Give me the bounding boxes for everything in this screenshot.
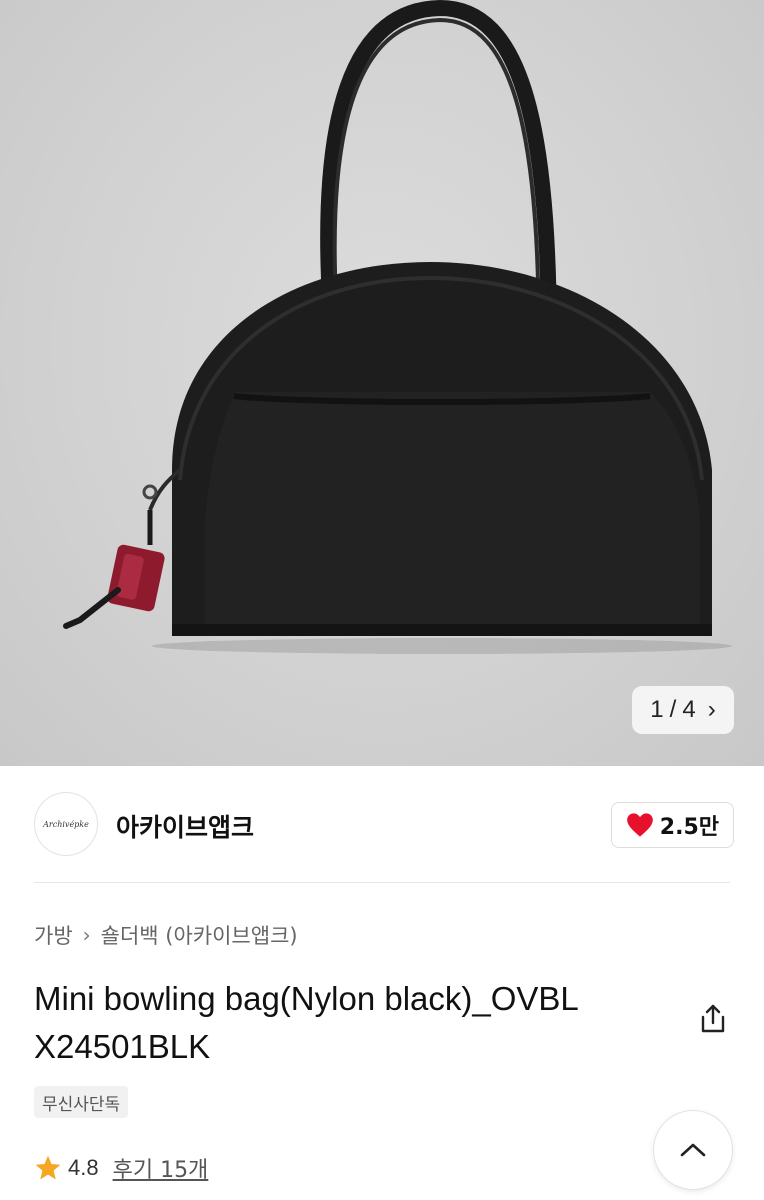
breadcrumb: 가방 › 숄더백 (아카이브앱크) — [34, 920, 298, 950]
divider — [34, 882, 730, 883]
breadcrumb-subcategory[interactable]: 숄더백 (아카이브앱크) — [101, 920, 298, 950]
brand-logo-text: Archivépke — [43, 819, 89, 829]
product-image[interactable]: 1 / 4 › — [0, 0, 764, 766]
bag-illustration — [63, 0, 732, 654]
heart-icon — [626, 813, 653, 837]
star-icon — [35, 1155, 61, 1180]
image-counter-current: 1 — [650, 696, 664, 723]
image-counter-separator: / — [669, 696, 677, 723]
product-title-line2: X24501BLK — [34, 1028, 211, 1065]
product-title-line1: Mini bowling bag(Nylon black)_OVBL — [34, 980, 579, 1017]
exclusive-badge: 무신사단독 — [34, 1086, 129, 1118]
brand-row: Archivépke 아카이브앱크 2.5만 — [34, 792, 734, 858]
product-title: Mini bowling bag(Nylon black)_OVBL X2450… — [34, 975, 674, 1071]
brand-name[interactable]: 아카이브앱크 — [116, 808, 254, 844]
image-counter[interactable]: 1 / 4 › — [632, 686, 734, 734]
image-counter-total: 4 — [682, 696, 696, 723]
share-icon[interactable] — [696, 1002, 730, 1036]
chevron-up-icon — [680, 1143, 706, 1157]
chevron-right-icon: › — [707, 696, 716, 723]
reviews-link[interactable]: 후기 15개 — [113, 1152, 209, 1184]
like-count: 2.5만 — [659, 815, 719, 840]
like-button[interactable]: 2.5만 — [610, 802, 734, 848]
chevron-right-icon: › — [82, 923, 91, 947]
brand-logo[interactable]: Archivépke — [34, 792, 98, 856]
scroll-top-button[interactable] — [653, 1110, 733, 1190]
rating: 4.8 후기 15개 — [34, 1152, 208, 1184]
rating-score: 4.8 — [68, 1155, 99, 1180]
breadcrumb-category[interactable]: 가방 — [34, 920, 73, 950]
